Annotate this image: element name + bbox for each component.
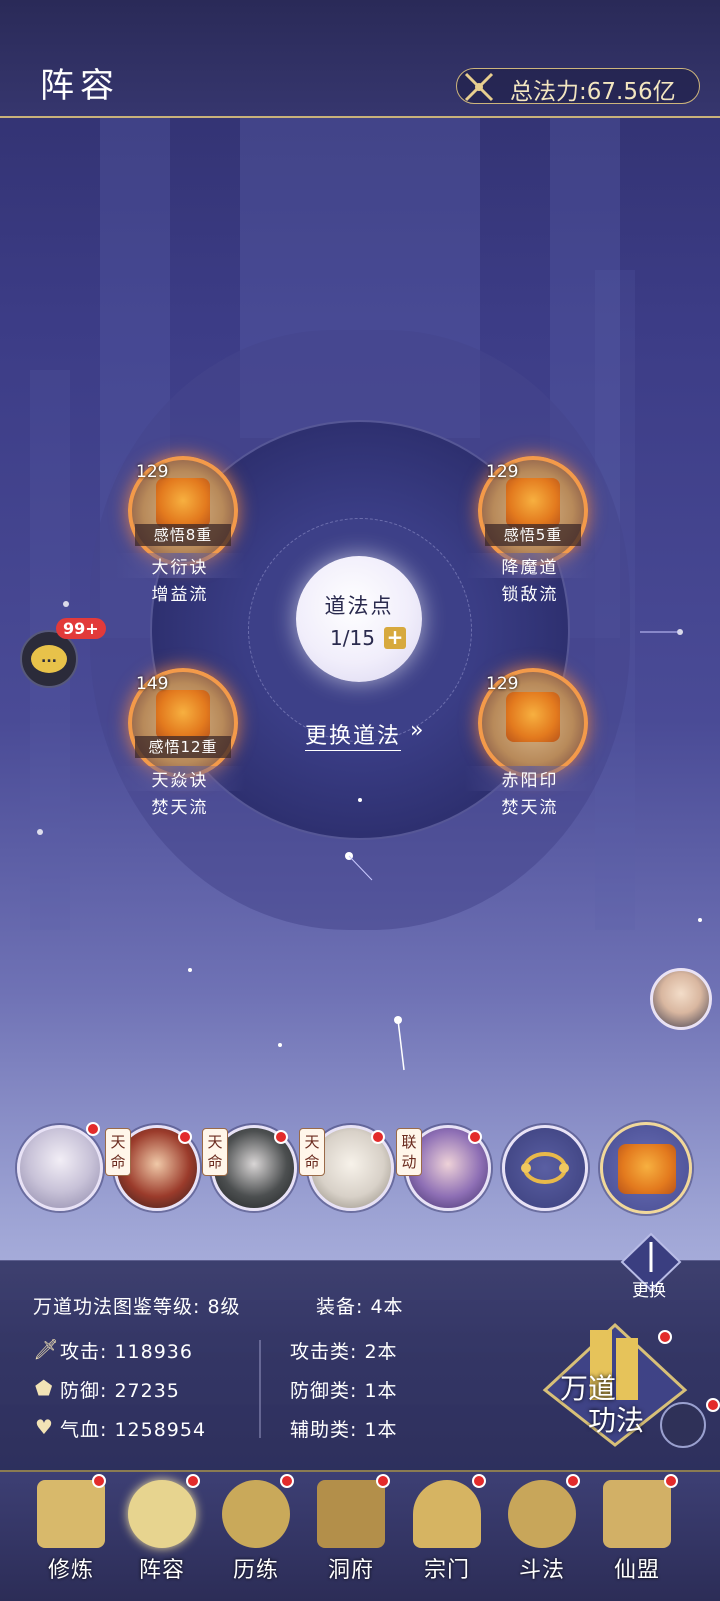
red-dot-indicator [274,1130,288,1144]
nav-adventure[interactable]: 历练 [211,1480,301,1590]
side-character-avatar[interactable] [650,968,712,1030]
nav-cultivate[interactable]: 修炼 [26,1480,116,1590]
red-dot-indicator [92,1474,106,1488]
scroll-icon [506,478,560,528]
handbook-level: 万道功法图鉴等级: 8级 [33,1296,241,1318]
wandao-label: 万道 功法 [560,1372,645,1437]
nav-alliance[interactable]: 仙盟 [592,1480,682,1590]
red-dot-indicator [664,1474,678,1488]
gate-icon [317,1480,385,1548]
red-dot-indicator [472,1474,486,1488]
red-dot-indicator [86,1122,100,1136]
insight-badge: 感悟8重 [135,524,231,546]
defense-type-count: 防御类: 1本 [290,1380,398,1402]
lineup-icon [128,1480,196,1548]
compass-icon[interactable] [660,1402,706,1448]
red-dot-indicator [468,1130,482,1144]
attack-stat: 攻击: 118936 [60,1341,193,1363]
tianming-tag: 天命 [105,1128,131,1176]
support-type-count: 辅助类: 1本 [290,1419,398,1441]
sword-icon: 🗡 [33,1337,59,1361]
insight-badge: 感悟5重 [485,524,581,546]
sect-pavilion-icon [413,1480,481,1548]
change-label: 更换 [632,1281,666,1301]
nav-lineup[interactable]: 阵容 [117,1480,207,1590]
scroll-icon [156,478,210,528]
chat-unread-badge: 99+ [56,618,106,639]
constellation-stars [37,601,702,1071]
red-dot-indicator [178,1130,192,1144]
duel-icon [508,1480,576,1548]
cultivate-icon [37,1480,105,1548]
nav-duel[interactable]: 斗法 [497,1480,587,1590]
heart-icon: ♥ [35,1415,53,1439]
nav-sect[interactable]: 宗门 [402,1480,492,1590]
scroll-icon [618,1144,676,1194]
red-dot-indicator [706,1398,720,1412]
red-dot-indicator [186,1474,200,1488]
chat-bubble-icon: ... [31,645,67,673]
defense-stat: 防御: 27235 [60,1380,180,1402]
crossed-swords-icon [464,72,494,102]
adventure-icon [222,1480,290,1548]
tianming-tag: 天命 [202,1128,228,1176]
technique-level: 129 [136,462,169,482]
technique-level: 129 [486,462,519,482]
page-title: 阵容 [40,66,120,106]
total-power-value: 总法力:67.56亿 [510,79,676,105]
attack-type-count: 攻击类: 2本 [290,1341,398,1363]
nav-cave-mansion[interactable]: 洞府 [306,1480,396,1590]
red-dot-indicator [658,1330,672,1344]
tianming-tag: 天命 [299,1128,325,1176]
roster-slot-1[interactable] [17,1125,103,1211]
red-dot-indicator [280,1474,294,1488]
alliance-temple-icon [603,1480,671,1548]
collab-tag: 联动 [396,1128,422,1176]
hp-stat: 气血: 1258954 [60,1419,207,1441]
red-dot-indicator [566,1474,580,1488]
red-dot-indicator [376,1474,390,1488]
red-dot-indicator [371,1130,385,1144]
shield-icon: ⬟ [35,1376,53,1400]
stats-divider [259,1340,261,1438]
golden-chain-icon [521,1152,569,1184]
equip-count: 装备: 4本 [316,1296,404,1318]
